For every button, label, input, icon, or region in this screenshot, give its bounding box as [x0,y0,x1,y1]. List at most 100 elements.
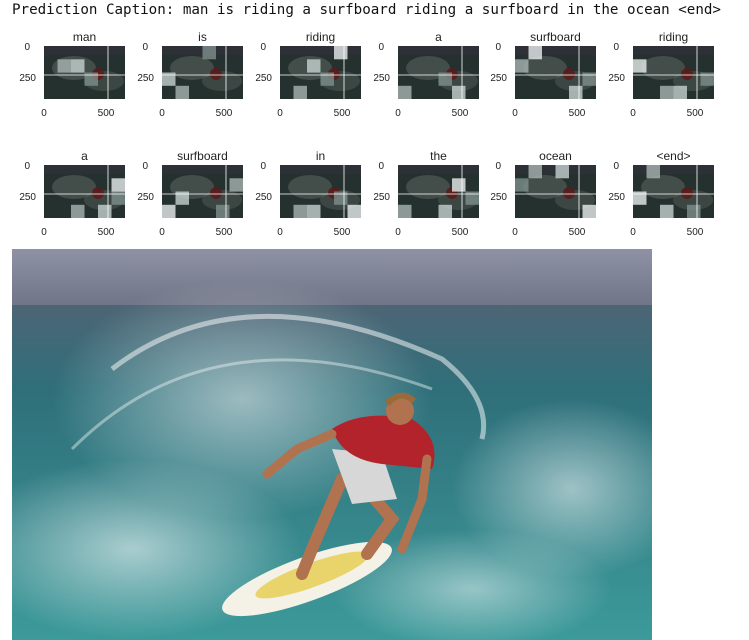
x-tick-label: 0 [277,108,283,119]
y-tick-label: 0 [495,161,501,172]
attention-cell [660,85,674,99]
attention-thumbnail [44,46,125,99]
attention-cell [673,85,687,99]
attention-cell [398,204,412,218]
attention-cell [569,85,583,99]
attention-thumbnail [515,165,596,218]
attention-cell [700,72,714,86]
attention-cell [633,59,647,73]
x-tick-label: 0 [159,108,165,119]
y-tick-label: 250 [608,73,625,84]
attention-cell [307,59,321,73]
attention-cell [307,204,321,218]
attention-panel-word: a [435,30,442,44]
x-tick-label: 0 [41,227,47,238]
attention-panel-word: man [72,30,97,44]
attention-thumbnail [162,165,243,218]
attention-cell [175,85,189,99]
attention-cell [84,72,98,86]
attention-panel: is 0 250 0 500 [118,30,243,125]
attention-cell [98,204,112,218]
y-tick-label: 0 [142,42,148,53]
attention-cell [293,204,307,218]
x-tick-label: 500 [568,108,586,119]
x-tick-label: 500 [686,227,704,238]
attention-panel: the 0 250 0 500 [354,149,479,244]
y-tick-label: 250 [19,192,36,203]
attention-cell [633,191,647,205]
attention-panel-word: <end> [656,149,691,163]
attention-cell [528,165,542,179]
attention-panel: a 0 250 0 500 [354,30,479,125]
attention-panel: riding 0 250 0 500 [236,30,361,125]
attention-cell [452,178,466,192]
y-tick-label: 250 [490,192,507,203]
y-tick-label: 0 [495,42,501,53]
y-tick-label: 250 [137,73,154,84]
attention-thumbnail [162,46,243,99]
x-tick-label: 0 [630,227,636,238]
x-tick-label: 500 [215,227,233,238]
attention-cell [687,204,701,218]
y-tick-label: 0 [613,42,619,53]
attention-cell [398,85,412,99]
x-tick-label: 0 [41,108,47,119]
x-tick-label: 0 [630,108,636,119]
x-tick-label: 0 [512,108,518,119]
attention-thumbnail [633,46,714,99]
attention-panel-word: surfboard [530,30,581,44]
attention-thumbnail [398,165,479,218]
y-tick-label: 250 [373,73,390,84]
attention-cell [71,59,85,73]
attention-thumbnail [44,165,125,218]
attention-panel: ocean 0 250 0 500 [471,149,596,244]
y-tick-label: 250 [19,73,36,84]
attention-panel-word: in [315,149,326,163]
attention-cell [162,72,176,86]
y-tick-label: 0 [378,42,384,53]
attention-cell [528,46,542,60]
attention-thumbnail [515,46,596,99]
x-tick-label: 0 [512,227,518,238]
attention-panel-word: is [198,30,207,44]
y-tick-label: 0 [613,161,619,172]
attention-panel: man 0 250 0 500 [0,30,125,125]
attention-cell [320,72,334,86]
x-tick-label: 0 [277,227,283,238]
attention-panel: a 0 250 0 500 [0,149,125,244]
y-tick-label: 0 [260,42,266,53]
attention-cell [57,59,71,73]
attention-cell [438,204,452,218]
attention-cell [293,85,307,99]
x-tick-label: 500 [97,108,115,119]
x-tick-label: 500 [568,227,586,238]
attention-cell [216,204,230,218]
attention-thumbnail [280,46,361,99]
attention-cell [71,204,85,218]
attention-cell [162,204,176,218]
surfer-photo [12,249,652,640]
y-tick-label: 0 [24,161,30,172]
attention-panel: surfboard 0 250 0 500 [118,149,243,244]
attention-cell [438,72,452,86]
x-tick-label: 0 [159,227,165,238]
attention-panel: riding 0 250 0 500 [589,30,714,125]
attention-panel-word: riding [305,30,336,44]
attention-cell [334,191,348,205]
x-tick-label: 500 [97,227,115,238]
y-tick-label: 250 [608,192,625,203]
attention-grid: man 0 250 0 500 is 0 250 0 500 riding 0 250 0 500 a 0 250… [0,0,749,245]
x-tick-label: 500 [686,108,704,119]
y-tick-label: 250 [255,73,272,84]
attention-thumbnail [633,165,714,218]
attention-panel: in 0 250 0 500 [236,149,361,244]
attention-cell [452,85,466,99]
attention-panel-word: riding [658,30,689,44]
attention-thumbnail [398,46,479,99]
attention-panel-word: ocean [539,149,572,163]
attention-cell [334,46,348,60]
attention-panel-word: surfboard [177,149,228,163]
attention-cell [202,46,216,60]
x-tick-label: 0 [395,227,401,238]
y-tick-label: 0 [378,161,384,172]
